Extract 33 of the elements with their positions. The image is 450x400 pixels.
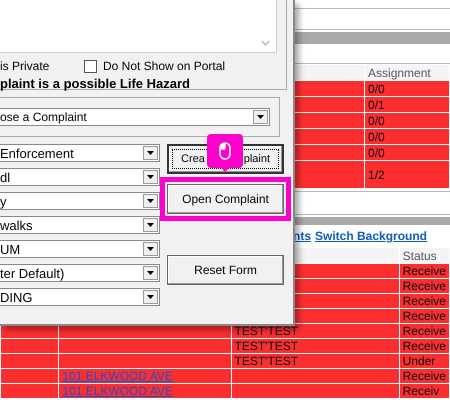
table-cell: TEST'TEST (231, 338, 400, 354)
column-header: Assignment (364, 64, 450, 80)
table-cell: Receive (399, 294, 450, 308)
table-cell: Receive (399, 368, 450, 384)
table-cell: Receive (399, 308, 450, 324)
table-cell: Receive (399, 324, 450, 338)
dropdown[interactable]: Enforcement (0, 144, 160, 162)
table-cell: Receive (399, 338, 450, 354)
table-cell: 1/2 (364, 160, 450, 188)
form-button[interactable]: Reset Form (167, 255, 284, 285)
table-cell: Receive (399, 264, 450, 278)
complaint-dropdown[interactable]: ose a Complaint (0, 108, 270, 126)
table-cell: Under (399, 354, 450, 368)
dropdown[interactable]: DING (0, 288, 160, 306)
hazard-label: plaint is a possible Life Hazard (0, 76, 191, 91)
dropdown[interactable]: dl (0, 168, 160, 186)
table-cell: 0/0 (364, 128, 450, 144)
dropdown[interactable]: UM (0, 240, 160, 258)
checkbox-label: is Private (0, 59, 50, 73)
table-cell: Receiv (399, 384, 450, 398)
form-button[interactable]: Open Complaint (167, 184, 284, 214)
column-header: Status (399, 248, 450, 264)
dropdown[interactable]: walks (0, 216, 160, 234)
dropdown[interactable]: y (0, 192, 160, 210)
table-cell: 0/0 (364, 112, 450, 128)
table-cell: 0/0 (364, 80, 450, 96)
table-cell: 0/0 (364, 144, 450, 160)
table-cell: Receive (399, 278, 450, 294)
table-cell: TEST'TEST (231, 354, 400, 368)
link[interactable]: Switch Background (315, 229, 428, 243)
checkbox-label: Do Not Show on Portal (103, 59, 226, 73)
table-cell: 0/1 (364, 96, 450, 112)
dropdown[interactable]: ter Default) (0, 264, 160, 282)
